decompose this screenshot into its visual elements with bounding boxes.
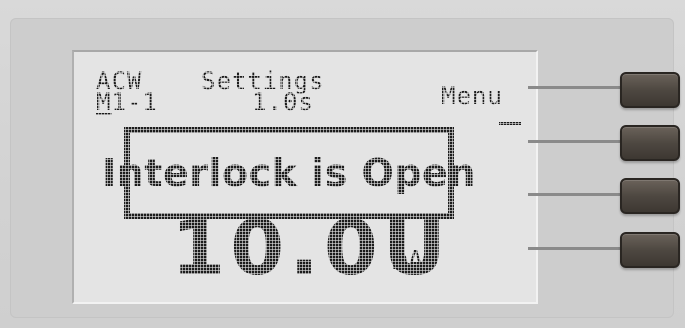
softkey-leader-line-3 <box>528 193 622 196</box>
softkey-4-button[interactable] <box>620 232 680 268</box>
softkey-leader-line-4 <box>528 247 622 250</box>
time-value: 1.0s <box>252 88 314 116</box>
reading-unit: mA <box>392 246 424 276</box>
softkey-3-button[interactable] <box>620 178 680 214</box>
menu-cursor <box>499 122 521 125</box>
memory-prefix: M <box>96 88 112 116</box>
memory-step: 1-1 <box>111 88 158 116</box>
lcd-screen: ACW M1-1 Settings 1.0s Menu Interlock is… <box>72 50 538 304</box>
softkey-leader-line-2 <box>528 140 622 143</box>
menu-softkey-label: Menu <box>441 82 503 110</box>
softkey-2-button[interactable] <box>620 125 680 161</box>
memory-step-label: M1-1 <box>96 90 158 114</box>
softkey-1-button[interactable] <box>620 72 680 108</box>
softkey-leader-line-1 <box>528 86 622 89</box>
interlock-alert-message: Interlock is Open <box>102 151 476 195</box>
